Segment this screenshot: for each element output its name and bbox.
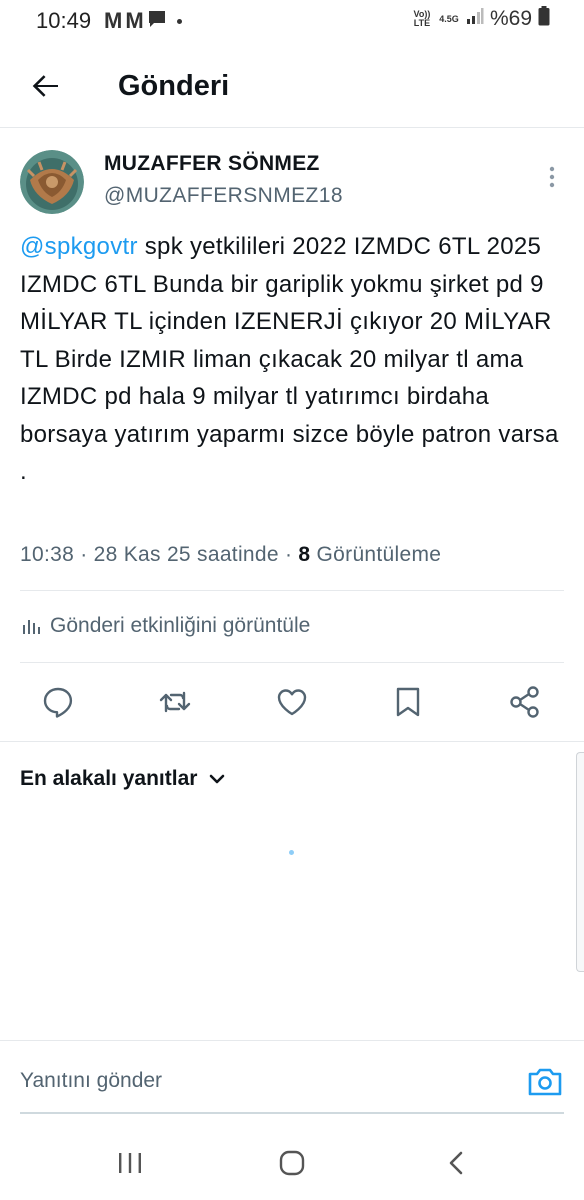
replies-sort-dropdown[interactable]: En alakalı yanıtlar	[20, 767, 227, 791]
comment-icon	[43, 687, 73, 718]
system-nav-bar	[0, 1128, 584, 1200]
views-label: Görüntüleme	[316, 543, 442, 566]
status-time: 10:49	[36, 8, 92, 33]
author-handle[interactable]: @MUZAFFERSNMEZ18	[104, 184, 343, 208]
views-count: 8	[298, 543, 311, 566]
camera-icon	[528, 1068, 562, 1096]
back-chevron-icon	[449, 1151, 463, 1175]
more-options-button[interactable]	[540, 164, 564, 190]
retweet-button[interactable]	[157, 684, 193, 720]
recent-apps-icon	[119, 1153, 141, 1173]
retweet-icon	[159, 691, 191, 713]
back-nav-button[interactable]	[436, 1146, 476, 1182]
notification-icons: M M	[104, 8, 182, 34]
view-activity-link[interactable]: Gönderi etkinliğini görüntüle	[20, 614, 310, 638]
home-button[interactable]	[272, 1146, 312, 1182]
more-vertical-icon	[549, 166, 555, 188]
share-icon	[510, 686, 539, 718]
bar-chart-icon	[23, 620, 40, 634]
replies-sort-label: En alakalı yanıtlar	[20, 767, 198, 790]
reply-input[interactable]	[20, 1069, 500, 1093]
author-name[interactable]: MUZAFFER SÖNMEZ	[104, 152, 320, 176]
divider	[20, 590, 564, 591]
reply-button[interactable]	[40, 684, 76, 720]
post-body: spk yetkilileri 2022 IZMDC 6TL 2025 IZMD…	[20, 233, 559, 485]
post-text: @spkgovtr spk yetkilileri 2022 IZMDC 6TL…	[20, 228, 568, 491]
recent-apps-button[interactable]	[110, 1146, 150, 1182]
meta-separator: ·	[80, 543, 94, 566]
network-type: 4.5G	[439, 13, 459, 24]
heart-icon	[277, 689, 307, 716]
page-title: Gönderi	[118, 70, 230, 102]
arrow-left-icon	[32, 75, 58, 97]
avatar[interactable]	[20, 150, 84, 214]
bookmark-button[interactable]	[390, 684, 426, 720]
post-time: 10:38	[20, 543, 75, 566]
volte-indicator: Vo)) LTE	[413, 8, 431, 28]
post-date: 28 Kas 25 saatinde	[93, 543, 279, 566]
post-actions	[0, 680, 584, 726]
like-button[interactable]	[274, 684, 310, 720]
chevron-down-icon	[210, 774, 225, 784]
gmail-notification-icon: M	[125, 8, 143, 33]
page-header: Gönderi	[0, 48, 584, 128]
home-icon	[279, 1150, 305, 1176]
scrollbar[interactable]	[576, 752, 584, 972]
divider	[0, 741, 584, 742]
gmail-notification-icon: M	[104, 8, 122, 33]
battery-icon	[538, 6, 550, 31]
loading-indicator	[289, 850, 294, 855]
camera-button[interactable]	[526, 1065, 564, 1099]
reply-underline	[20, 1112, 564, 1114]
divider	[20, 662, 564, 663]
dot-indicator-icon	[176, 18, 182, 24]
status-bar: 10:49 M M Vo)) LTE 4.5G %69	[0, 0, 584, 40]
reply-composer	[0, 1040, 584, 1114]
bookmark-icon	[396, 687, 420, 717]
back-button[interactable]	[26, 66, 66, 106]
activity-label: Gönderi etkinliğini görüntüle	[50, 614, 311, 637]
meta-separator: ·	[284, 543, 299, 566]
share-button[interactable]	[507, 684, 543, 720]
status-right: Vo)) LTE 4.5G %69	[412, 6, 550, 31]
message-notification-icon	[147, 9, 167, 34]
mention-link[interactable]: @spkgovtr	[20, 233, 138, 260]
post-meta: 10:38 · 28 Kas 25 saatinde · 8 Görüntüle…	[20, 543, 441, 567]
battery-percent: %69	[489, 6, 532, 30]
signal-icon	[466, 7, 484, 30]
